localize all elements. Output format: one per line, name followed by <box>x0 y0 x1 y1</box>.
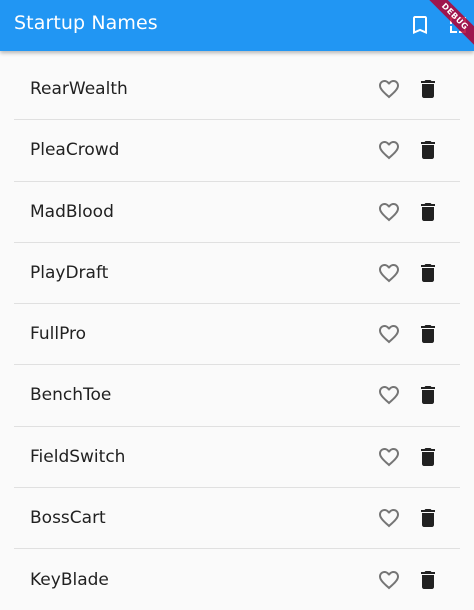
heart-outline-icon[interactable] <box>377 138 401 162</box>
list-item-label: FieldSwitch <box>30 446 126 467</box>
list-item-label: BossCart <box>30 507 106 528</box>
heart-outline-icon[interactable] <box>377 568 401 592</box>
list-item-label: PlayDraft <box>30 262 109 283</box>
heart-outline-icon[interactable] <box>377 506 401 530</box>
app-bar: Startup Names <box>0 0 474 51</box>
list-item[interactable]: RearWealth <box>14 59 460 121</box>
list-item[interactable]: BenchToe <box>14 365 460 427</box>
heart-outline-icon[interactable] <box>377 261 401 285</box>
page-title: Startup Names <box>14 12 158 34</box>
trash-icon[interactable] <box>416 322 440 346</box>
list-item-label: PleaCrowd <box>30 140 120 161</box>
heart-outline-icon[interactable] <box>377 200 401 224</box>
list-item[interactable]: FieldSwitch <box>14 427 460 488</box>
list-item-label: RearWealth <box>30 79 128 100</box>
list-item[interactable]: FullPro <box>14 304 460 366</box>
trash-icon[interactable] <box>416 506 440 530</box>
list-item[interactable]: MadBlood <box>14 182 460 243</box>
startup-names-list: RearWealth PleaCrowd MadBlood PlayDraft <box>0 59 474 610</box>
trash-icon[interactable] <box>416 568 440 592</box>
heart-outline-icon[interactable] <box>377 322 401 346</box>
heart-outline-icon[interactable] <box>377 77 401 101</box>
list-item-label: BenchToe <box>30 385 112 406</box>
trash-icon[interactable] <box>416 77 440 101</box>
trash-icon[interactable] <box>416 138 440 162</box>
list-item-label: KeyBlade <box>30 569 109 590</box>
list-item-label: MadBlood <box>30 201 114 222</box>
list-item[interactable]: PleaCrowd <box>14 120 460 182</box>
heart-outline-icon[interactable] <box>377 383 401 407</box>
list-item[interactable]: BossCart <box>14 488 460 549</box>
list-item[interactable]: KeyBlade <box>14 549 460 610</box>
list-item[interactable]: PlayDraft <box>14 243 460 304</box>
heart-outline-icon[interactable] <box>377 445 401 469</box>
trash-icon[interactable] <box>416 445 440 469</box>
bookmark-icon[interactable] <box>408 13 432 37</box>
trash-icon[interactable] <box>416 200 440 224</box>
trash-icon[interactable] <box>416 261 440 285</box>
expand-icon[interactable] <box>446 13 470 37</box>
list-item-label: FullPro <box>30 324 87 345</box>
trash-icon[interactable] <box>416 383 440 407</box>
